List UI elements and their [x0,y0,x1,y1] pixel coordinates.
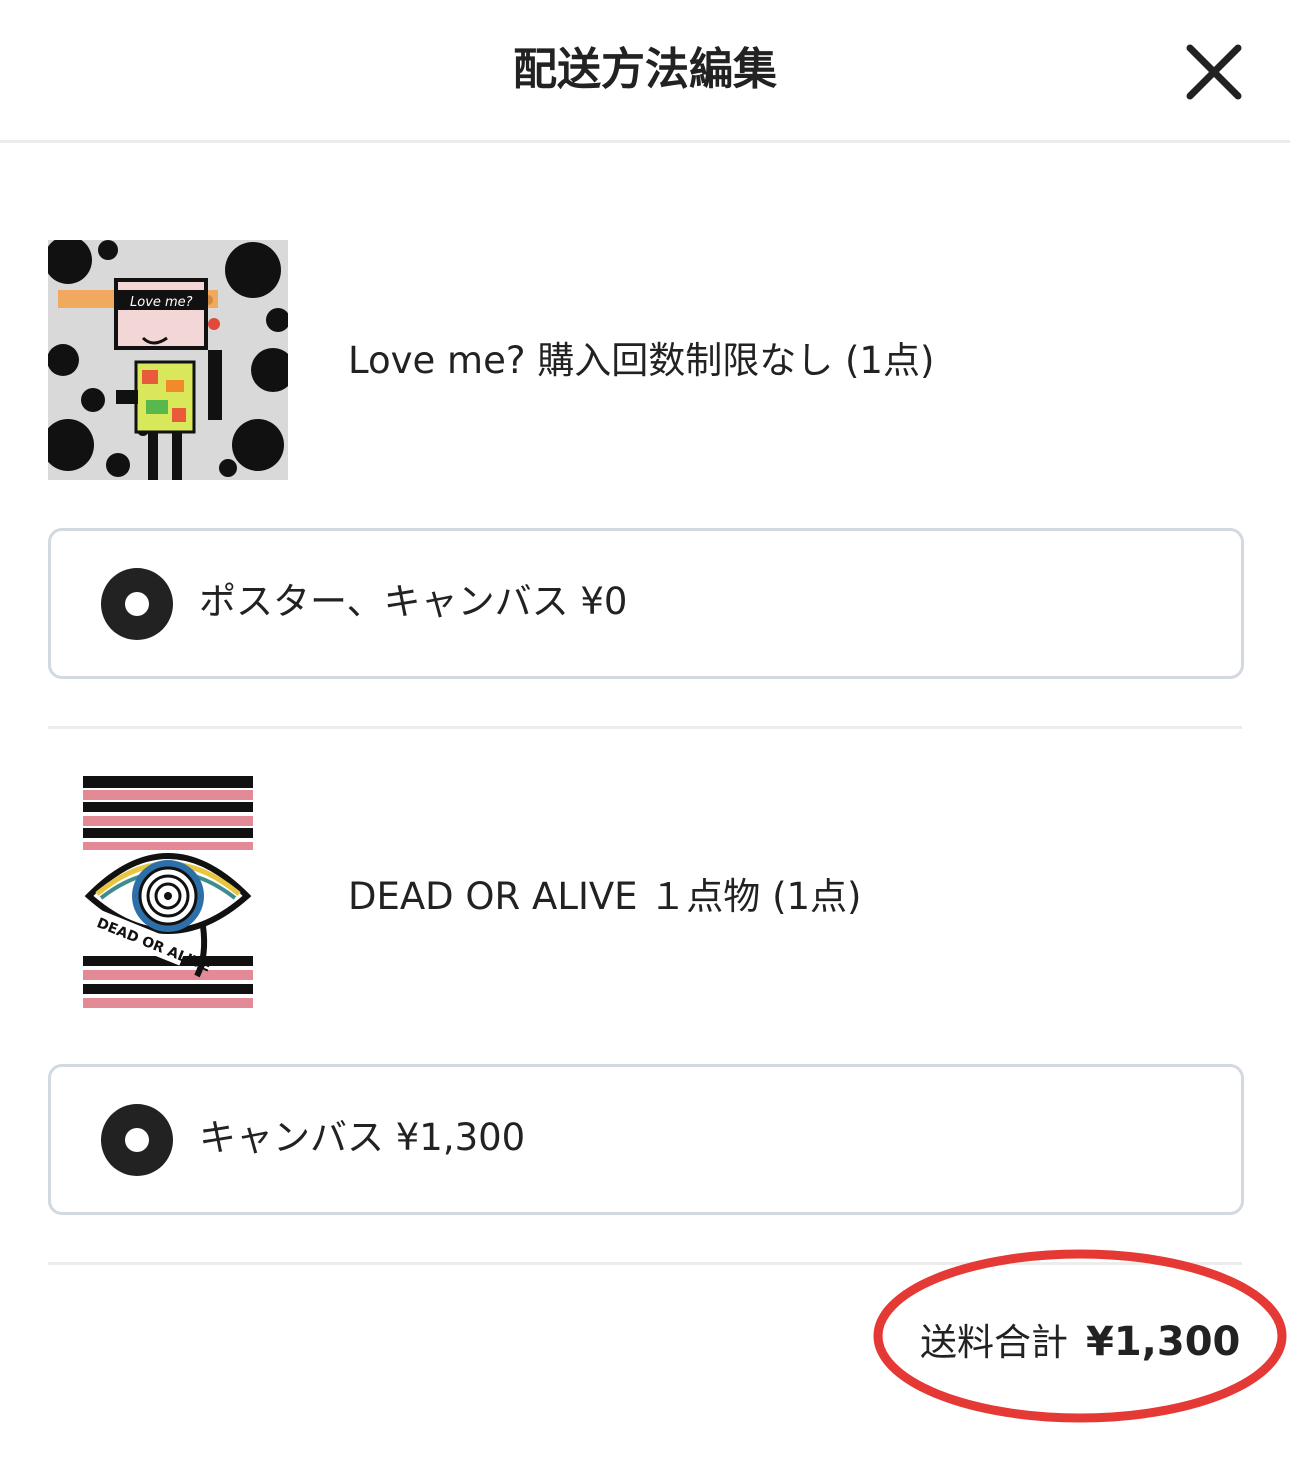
radio-dot [125,592,149,616]
shipping-option-label: キャンバス ¥1,300 [199,1116,526,1159]
dead-or-alive-artwork: DEAD OR ALIVE [83,776,253,1016]
product-thumbnail: Love me? [48,240,288,480]
radio-dot [125,1128,149,1152]
modal-header: 配送方法編集 [0,0,1290,143]
product-thumbnail: DEAD OR ALIVE [83,776,253,1016]
radio-selected[interactable] [101,568,173,640]
divider [48,1262,1242,1265]
close-icon [1186,44,1242,100]
item-name: DEAD OR ALIVE １点物 (1点) [348,875,862,918]
shipping-total: 送料合計 ¥1,300 [920,1314,1240,1378]
shipping-edit-modal: 配送方法編集 Love me? Love me? 購入回数制限なし (1点) ポ… [0,0,1290,1459]
shipping-option[interactable]: キャンバス ¥1,300 [48,1064,1244,1215]
divider [48,726,1242,729]
cart-item: Love me? Love me? 購入回数制限なし (1点) ポスター、キャン… [48,240,1244,730]
cart-item: DEAD OR ALIVE DEAD OR ALIVE １点物 (1点) キャン… [48,776,1244,1266]
shipping-option-label: ポスター、キャンバス ¥0 [199,580,628,623]
modal-title: 配送方法編集 [513,44,777,95]
item-name: Love me? 購入回数制限なし (1点) [348,339,935,382]
shipping-total-value: ¥1,300 [1086,1319,1241,1365]
thumbnail-text: Love me? [130,295,193,310]
radio-selected[interactable] [101,1104,173,1176]
close-button[interactable] [1178,36,1250,108]
shipping-option[interactable]: ポスター、キャンバス ¥0 [48,528,1244,679]
love-me-artwork: Love me? [48,240,288,480]
shipping-total-label: 送料合計 [920,1321,1068,1364]
